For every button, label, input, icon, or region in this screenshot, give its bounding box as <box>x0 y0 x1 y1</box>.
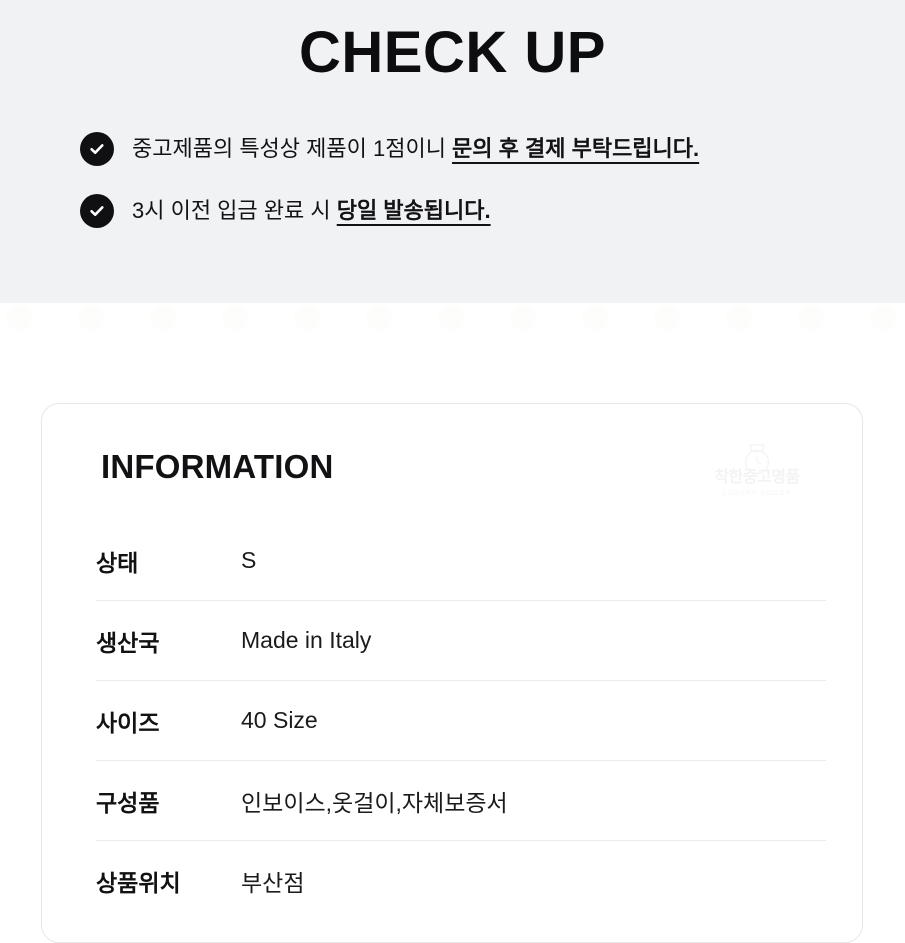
watermark-mark <box>78 305 104 331</box>
watermark-mark <box>222 305 248 331</box>
checkup-bullet-list: 중고제품의 특성상 제품이 1점이니 문의 후 결제 부탁드립니다. 3시 이전… <box>80 132 880 256</box>
bullet-emphasis-text: 문의 후 결제 부탁드립니다. <box>452 136 700 162</box>
check-circle-icon <box>80 194 114 228</box>
bullet-emphasis-text: 당일 발송됩니다. <box>336 198 491 224</box>
row-label: 구성품 <box>96 789 160 816</box>
checkup-bullet-item: 3시 이전 입금 완료 시 당일 발송됩니다. <box>80 194 880 228</box>
watermark-mark <box>6 305 32 331</box>
watermark-mark <box>150 305 176 331</box>
watch-icon <box>744 444 770 475</box>
watermark-mark <box>294 305 320 331</box>
table-row: 상태 S <box>96 521 826 601</box>
checkup-section: CHECK UP 중고제품의 특성상 제품이 1점이니 문의 후 결제 부탁드립… <box>0 0 905 303</box>
checkup-bullet-item: 중고제품의 특성상 제품이 1점이니 문의 후 결제 부탁드립니다. <box>80 132 880 166</box>
checkup-bullet-text: 중고제품의 특성상 제품이 1점이니 문의 후 결제 부탁드립니다. <box>132 134 699 164</box>
table-row: 상품위치 부산점 <box>96 841 826 920</box>
table-row: 사이즈 40 Size <box>96 681 826 761</box>
information-card: INFORMATION 착한중고명품 LUXURY GOODS 상태 S 생산국… <box>41 403 863 943</box>
row-label: 사이즈 <box>96 709 160 736</box>
check-circle-icon <box>80 132 114 166</box>
row-label: 상태 <box>96 549 139 576</box>
page-title: CHECK UP <box>299 20 606 85</box>
row-label: 상품위치 <box>96 869 181 896</box>
watermark-brand-text: 착한중고명품 <box>714 469 800 486</box>
row-value: 부산점 <box>241 869 305 896</box>
watermark-mark <box>438 305 464 331</box>
row-value: Made in Italy <box>241 627 372 653</box>
brand-watermark: 착한중고명품 LUXURY GOODS <box>696 444 818 502</box>
watermark-mark <box>870 305 896 331</box>
information-table: 상태 S 생산국 Made in Italy 사이즈 40 Size 구성품 인… <box>96 521 826 920</box>
watermark-mark <box>654 305 680 331</box>
checkup-bullet-text: 3시 이전 입금 완료 시 당일 발송됩니다. <box>132 196 491 226</box>
row-label: 생산국 <box>96 629 160 656</box>
table-row: 생산국 Made in Italy <box>96 601 826 681</box>
table-row: 구성품 인보이스,옷걸이,자체보증서 <box>96 761 826 841</box>
bullet-plain-text: 중고제품의 특성상 제품이 1점이니 <box>132 136 453 162</box>
watermark-mark <box>366 305 392 331</box>
row-value: 40 Size <box>241 707 318 733</box>
watermark-mark <box>726 305 752 331</box>
watermark-mark <box>798 305 824 331</box>
watermark-mark <box>510 305 536 331</box>
row-value: S <box>241 547 257 573</box>
row-value: 인보이스,옷걸이,자체보증서 <box>241 789 508 816</box>
information-heading: INFORMATION <box>101 448 334 485</box>
watermark-subtitle-text: LUXURY GOODS <box>722 490 792 497</box>
watermark-mark <box>582 305 608 331</box>
bullet-plain-text: 3시 이전 입금 완료 시 <box>132 198 337 224</box>
background-watermark-strip <box>0 303 905 343</box>
